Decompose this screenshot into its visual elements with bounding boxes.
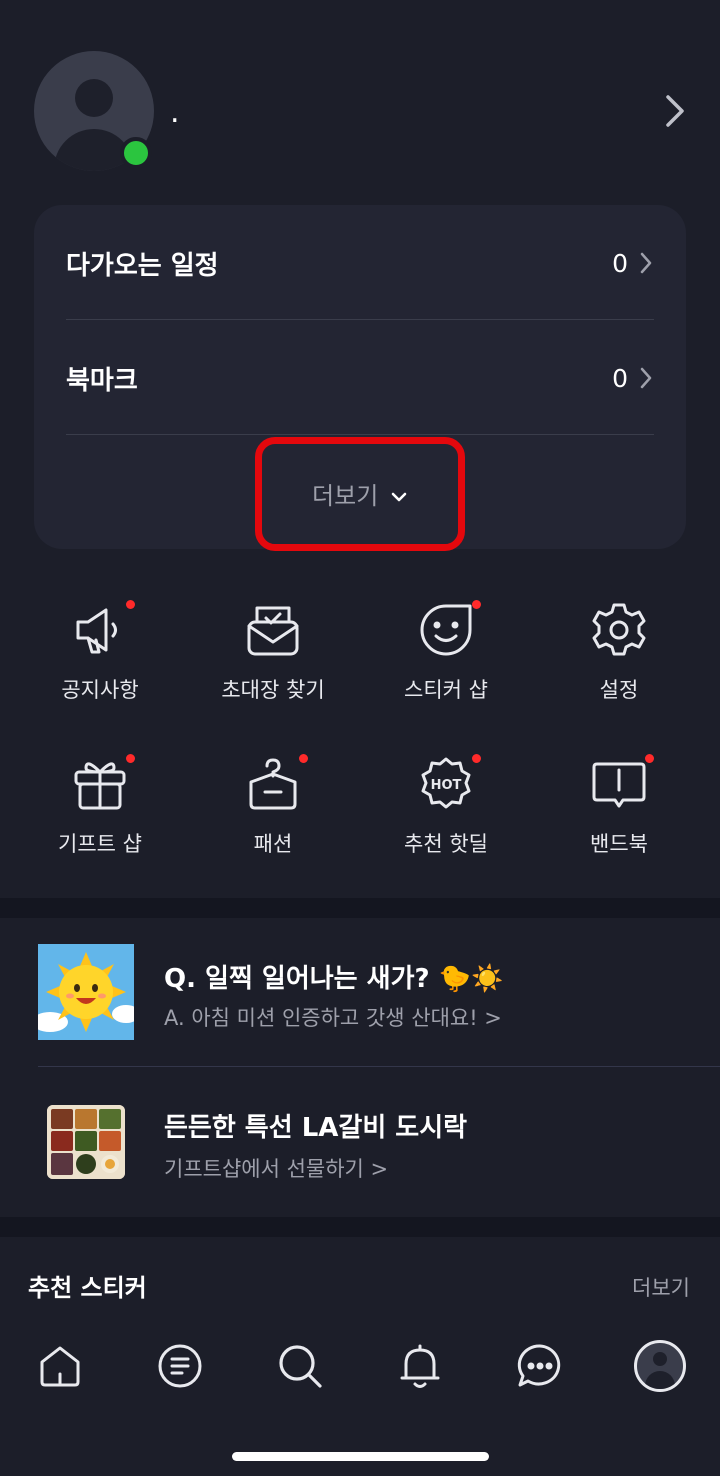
promo-title: Q. 일찍 일어나는 새가? 🐤☀️ bbox=[164, 964, 504, 994]
new-badge-dot bbox=[472, 600, 481, 609]
menu-find-invitation[interactable]: 초대장 찾기 bbox=[187, 600, 359, 704]
bookmark-label: 북마크 bbox=[66, 365, 138, 396]
menu-label: 스티커 샵 bbox=[404, 678, 488, 702]
upcoming-schedule-count: 0 bbox=[612, 248, 628, 278]
highlight-box bbox=[255, 437, 465, 551]
menu-gift-shop[interactable]: 기프트 샵 bbox=[14, 754, 186, 858]
band-book-icon bbox=[589, 754, 654, 814]
smiley-sticker-icon bbox=[416, 600, 481, 660]
gear-icon bbox=[589, 600, 649, 660]
menu-hot-deals[interactable]: HOT 추천 핫딜 bbox=[360, 754, 532, 858]
search-icon[interactable] bbox=[276, 1342, 324, 1390]
menu-label: 초대장 찾기 bbox=[221, 678, 325, 702]
hot-badge-icon: HOT bbox=[416, 754, 481, 814]
svg-text:HOT: HOT bbox=[431, 778, 462, 793]
menu-notices[interactable]: 공지사항 bbox=[14, 600, 186, 704]
gift-icon bbox=[70, 754, 135, 814]
upcoming-schedule-label: 다가오는 일정 bbox=[66, 250, 219, 281]
chevron-right-icon bbox=[640, 252, 652, 274]
clothes-hanger-icon bbox=[243, 754, 308, 814]
promo-subtitle: 기프트샵에서 선물하기 > bbox=[164, 1157, 389, 1181]
home-indicator bbox=[232, 1452, 489, 1461]
menu-settings[interactable]: 설정 bbox=[533, 600, 705, 704]
upcoming-schedule-row[interactable]: 다가오는 일정 0 bbox=[66, 209, 654, 317]
new-badge-dot bbox=[299, 754, 308, 763]
menu-label: 공지사항 bbox=[61, 678, 139, 702]
home-icon[interactable] bbox=[36, 1342, 84, 1390]
invitation-envelope-icon bbox=[243, 600, 303, 660]
megaphone-icon bbox=[70, 600, 135, 660]
promo-morning-mission[interactable]: Q. 일찍 일어나는 새가? 🐤☀️ A. 아침 미션 인증하고 갓생 산대요!… bbox=[0, 918, 720, 1066]
promo-la-galbi-lunchbox[interactable]: 든든한 특선 LA갈비 도시락 기프트샵에서 선물하기 > bbox=[0, 1067, 720, 1217]
section-divider bbox=[0, 898, 720, 918]
stickers-more-link[interactable]: 더보기 bbox=[632, 1272, 690, 1302]
menu-fashion[interactable]: 패션 bbox=[187, 754, 359, 858]
new-badge-dot bbox=[126, 754, 135, 763]
divider bbox=[66, 434, 654, 435]
profile-icon-head bbox=[653, 1352, 667, 1366]
promo-title: 든든한 특선 LA갈비 도시락 bbox=[164, 1113, 468, 1143]
new-badge-dot bbox=[126, 600, 135, 609]
menu-label: 패션 bbox=[253, 832, 293, 856]
menu-label: 추천 핫딜 bbox=[404, 832, 488, 856]
avatar-head-shape bbox=[75, 79, 113, 117]
menu-label: 설정 bbox=[599, 678, 639, 702]
menu-sticker-shop[interactable]: 스티커 샵 bbox=[360, 600, 532, 704]
online-status-dot bbox=[120, 137, 152, 169]
sun-character-thumbnail bbox=[38, 944, 134, 1040]
feed-icon[interactable] bbox=[156, 1342, 204, 1390]
divider bbox=[66, 319, 654, 320]
chevron-right-icon bbox=[640, 367, 652, 389]
bookmark-count: 0 bbox=[612, 363, 628, 393]
new-badge-dot bbox=[645, 754, 654, 763]
lunchbox-thumbnail bbox=[47, 1105, 125, 1179]
menu-band-book[interactable]: 밴드북 bbox=[533, 754, 705, 858]
profile-name[interactable]: . bbox=[170, 95, 180, 130]
bell-icon[interactable] bbox=[396, 1342, 444, 1390]
menu-label: 기프트 샵 bbox=[58, 832, 142, 856]
new-badge-dot bbox=[472, 754, 481, 763]
promo-subtitle: A. 아침 미션 인증하고 갓생 산대요! > bbox=[164, 1006, 502, 1030]
chevron-right-icon[interactable] bbox=[660, 94, 690, 128]
chat-icon[interactable] bbox=[516, 1342, 564, 1390]
profile-icon[interactable] bbox=[634, 1340, 686, 1392]
menu-label: 밴드북 bbox=[590, 832, 648, 856]
section-divider bbox=[0, 1217, 720, 1237]
recommended-stickers-title: 추천 스티커 bbox=[28, 1274, 147, 1302]
profile-icon-body bbox=[645, 1371, 675, 1389]
bookmark-row[interactable]: 북마크 0 bbox=[66, 324, 654, 432]
